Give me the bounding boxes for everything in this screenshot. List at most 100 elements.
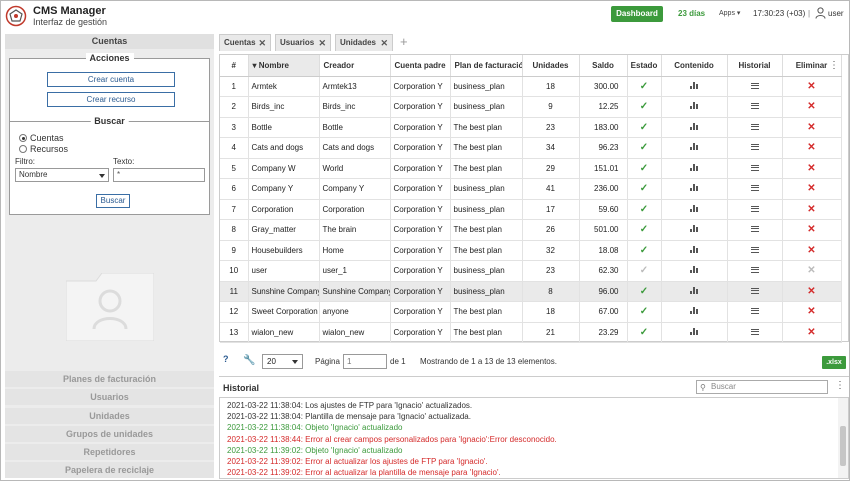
table-row[interactable]: 11 Sunshine Company Sunshine Company Corpor… — [220, 281, 842, 302]
checkmark-icon[interactable]: ✓ — [640, 306, 648, 317]
row-status[interactable]: ✓ — [627, 199, 662, 220]
close-icon[interactable]: ✕ — [258, 35, 266, 51]
list-icon[interactable] — [750, 287, 759, 294]
wrench-icon[interactable]: 🔧 — [243, 355, 255, 366]
checkmark-icon[interactable]: ✓ — [640, 122, 648, 133]
row-history[interactable] — [727, 219, 783, 241]
row-status[interactable]: ✓ — [627, 137, 662, 159]
list-icon[interactable] — [750, 205, 759, 212]
delete-x-icon[interactable]: ✕ — [807, 224, 815, 235]
tab-accounts[interactable]: Cuentas ✕ — [219, 34, 271, 51]
bar-chart-icon[interactable] — [690, 266, 698, 274]
row-delete[interactable]: ✕ — [782, 219, 842, 241]
row-content[interactable] — [661, 76, 728, 97]
export-xlsx-button[interactable]: .xlsx — [822, 356, 846, 369]
row-delete[interactable]: ✕ — [782, 322, 842, 343]
delete-x-icon[interactable]: ✕ — [807, 306, 815, 317]
page-size-select[interactable]: 20 — [262, 354, 303, 369]
search-text-input[interactable]: * — [113, 168, 205, 182]
history-menu-icon[interactable]: ⋮ — [835, 380, 845, 391]
menu-recycle-bin[interactable]: Papelera de reciclaje — [5, 462, 214, 478]
tab-units[interactable]: Unidades ✕ — [335, 34, 393, 51]
row-status[interactable]: ✓ — [627, 158, 662, 179]
col-header-name[interactable]: ▾ Nombre — [248, 55, 320, 77]
bar-chart-icon[interactable] — [690, 307, 698, 315]
row-status[interactable]: ✓ — [627, 322, 662, 343]
row-status[interactable]: ✓ — [627, 76, 662, 97]
col-header-history[interactable]: Historial — [727, 55, 783, 77]
row-delete[interactable]: ✕ — [782, 178, 842, 200]
row-history[interactable] — [727, 199, 783, 220]
list-icon[interactable] — [750, 164, 759, 171]
row-status[interactable]: ✓ — [627, 281, 662, 302]
row-content[interactable] — [661, 117, 728, 138]
days-remaining-link[interactable]: 23 días — [678, 9, 705, 18]
row-status[interactable]: ✓ — [627, 117, 662, 138]
checkmark-icon[interactable]: ✓ — [640, 81, 648, 92]
col-header-balance[interactable]: Saldo — [579, 55, 628, 77]
row-history[interactable] — [727, 260, 783, 282]
col-header-parent[interactable]: Cuenta padre — [390, 55, 451, 77]
row-history[interactable] — [727, 158, 783, 179]
row-delete[interactable]: ✕ — [782, 137, 842, 159]
table-row[interactable]: 9 Housebuilders Home Corporation Y The best … — [220, 240, 842, 261]
row-history[interactable] — [727, 240, 783, 261]
col-header-number[interactable]: # — [220, 55, 249, 77]
checkmark-icon[interactable]: ✓ — [640, 224, 648, 235]
row-status[interactable]: ✓ — [627, 219, 662, 241]
menu-units[interactable]: Unidades — [5, 408, 214, 424]
apps-menu[interactable]: Apps ▾ — [719, 9, 740, 17]
row-delete[interactable]: ✕ — [782, 240, 842, 261]
row-content[interactable] — [661, 158, 728, 179]
delete-x-icon[interactable]: ✕ — [807, 265, 815, 276]
row-history[interactable] — [727, 301, 783, 323]
history-scrollbar[interactable] — [838, 398, 848, 478]
table-row[interactable]: 2 Birds_inc Birds_inc Corporation Ybusiness… — [220, 96, 842, 118]
close-icon[interactable]: ✕ — [318, 35, 326, 51]
list-icon[interactable] — [750, 103, 759, 110]
col-header-creator[interactable]: Creador — [319, 55, 391, 77]
list-icon[interactable] — [750, 185, 759, 192]
row-status[interactable]: ✓ — [627, 260, 662, 282]
row-delete[interactable]: ✕ — [782, 117, 842, 138]
checkmark-icon[interactable]: ✓ — [640, 163, 648, 174]
row-content[interactable] — [661, 240, 728, 261]
row-history[interactable] — [727, 117, 783, 138]
row-content[interactable] — [661, 322, 728, 343]
bar-chart-icon[interactable] — [690, 204, 698, 212]
row-status[interactable]: ✓ — [627, 301, 662, 323]
col-header-plan[interactable]: Plan de facturación — [450, 55, 523, 77]
row-status[interactable]: ✓ — [627, 240, 662, 261]
row-history[interactable] — [727, 96, 783, 118]
delete-x-icon[interactable]: ✕ — [807, 245, 815, 256]
list-icon[interactable] — [750, 226, 759, 233]
checkmark-icon[interactable]: ✓ — [640, 245, 648, 256]
table-row[interactable]: 7 Corporation Corporation Corporation Ybusi… — [220, 199, 842, 220]
radio-resources[interactable]: Recursos — [19, 144, 68, 154]
help-icon[interactable]: ? — [223, 354, 229, 364]
row-delete[interactable]: ✕ — [782, 158, 842, 179]
row-content[interactable] — [661, 219, 728, 241]
menu-billing-plans[interactable]: Planes de facturación — [5, 371, 214, 387]
table-row[interactable]: 12 Sweet Corporation anyone Corporation Y Th… — [220, 301, 842, 323]
row-content[interactable] — [661, 281, 728, 302]
checkmark-icon[interactable]: ✓ — [640, 286, 648, 297]
list-icon[interactable] — [750, 123, 759, 130]
table-row[interactable]: 5 Company W World Corporation Y The best pla… — [220, 158, 842, 179]
list-icon[interactable] — [750, 267, 759, 274]
delete-x-icon[interactable]: ✕ — [807, 81, 815, 92]
row-status[interactable]: ✓ — [627, 178, 662, 200]
row-delete[interactable]: ✕ — [782, 76, 842, 97]
create-resource-button[interactable]: Crear recurso — [47, 92, 175, 107]
col-header-status[interactable]: Estado — [627, 55, 662, 77]
table-row[interactable]: 6 Company Y Company Y Corporation Ybusiness… — [220, 178, 842, 200]
filter-select[interactable]: Nombre — [15, 168, 109, 182]
bar-chart-icon[interactable] — [690, 225, 698, 233]
row-content[interactable] — [661, 199, 728, 220]
delete-x-icon[interactable]: ✕ — [807, 163, 815, 174]
user-menu[interactable]: user — [828, 9, 844, 18]
bar-chart-icon[interactable] — [690, 286, 698, 294]
row-content[interactable] — [661, 178, 728, 200]
checkmark-icon[interactable]: ✓ — [640, 183, 648, 194]
checkmark-icon[interactable]: ✓ — [640, 327, 648, 338]
